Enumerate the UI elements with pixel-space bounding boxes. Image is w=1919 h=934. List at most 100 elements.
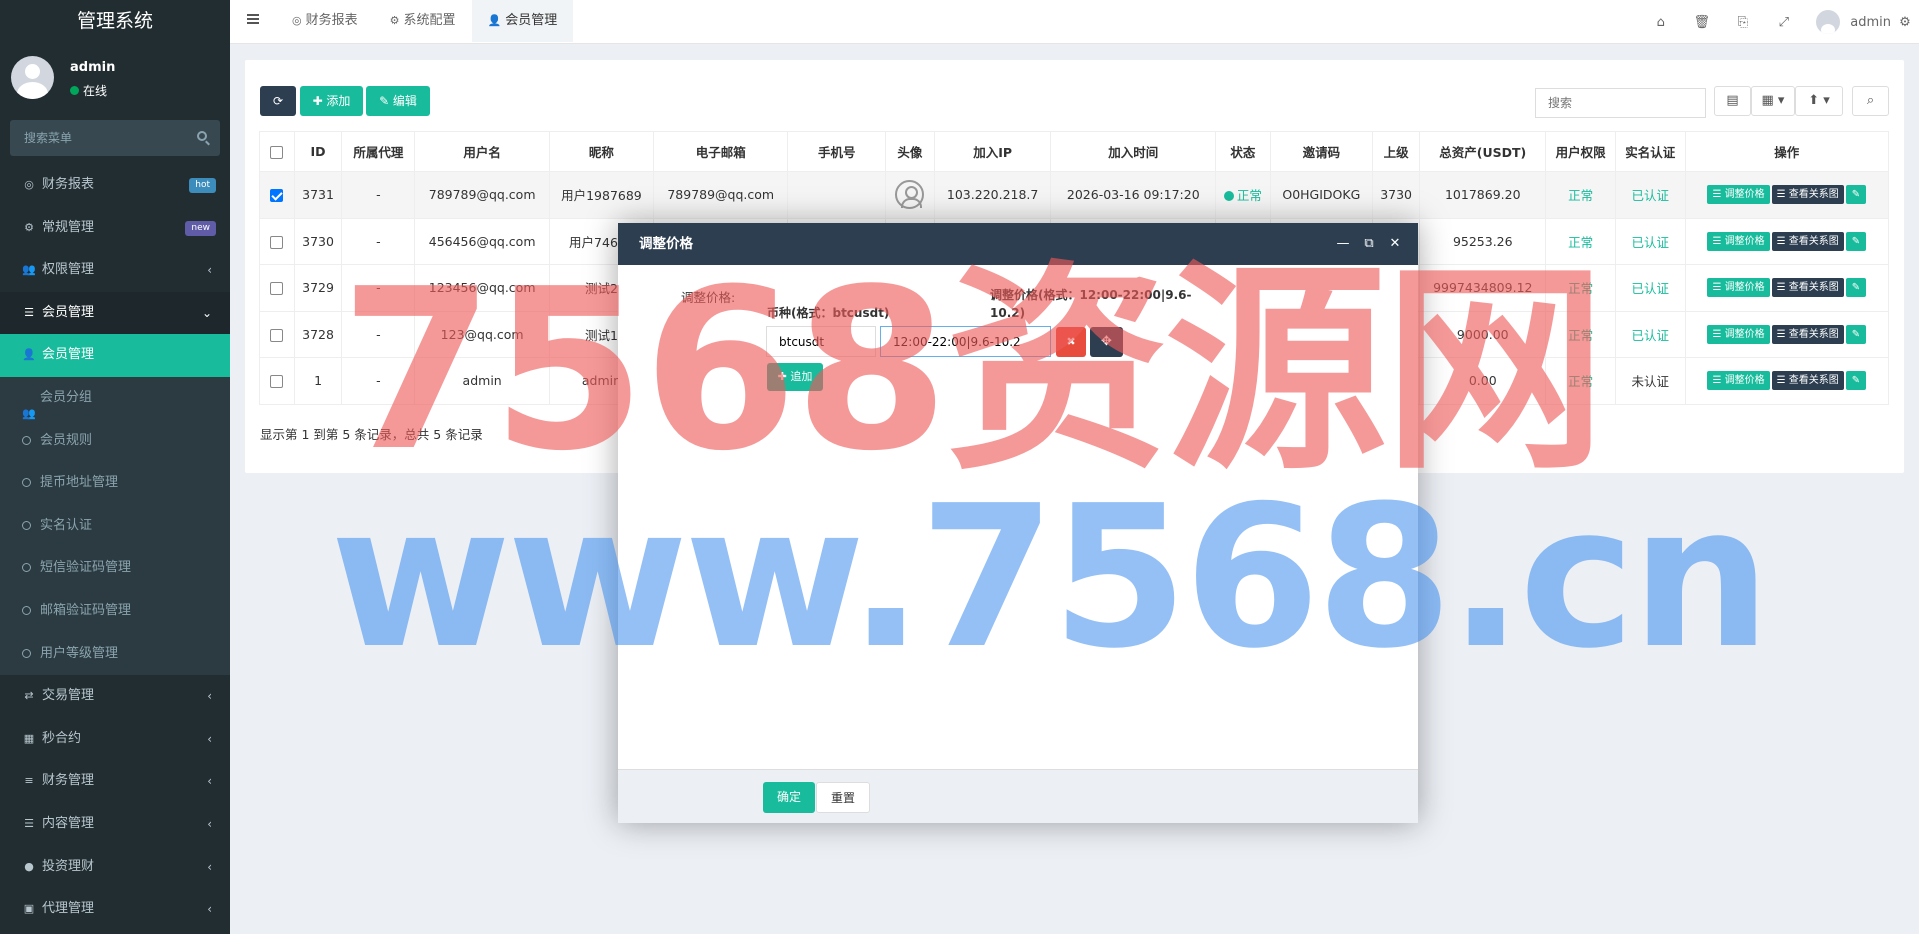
column-header[interactable]: 总资产(USDT) [1419,131,1547,172]
sidebar-item[interactable]: 短信验证码管理 [0,547,230,590]
advanced-search-icon[interactable]: ⌕ [1852,86,1889,116]
sidebar-item[interactable]: ≡ 财务管理 ‹ [0,760,230,803]
settings-icon[interactable]: ⚙ [1891,15,1919,30]
refresh-button[interactable]: ⟳ [260,86,296,116]
column-header[interactable]: 电子邮箱 [652,131,789,172]
view-relation-button[interactable]: ☰ 查看关系图 [1771,278,1844,298]
cell-invite: O0HGIDOKG [1269,171,1373,219]
adjust-price-button[interactable]: ☰ 调整价格 [1707,185,1770,205]
column-header[interactable]: 上级 [1371,131,1421,172]
sidebar-item[interactable]: ● 投资理财 ‹ [0,846,230,889]
sidebar-item[interactable]: ⚙ 常规管理 new [0,207,230,250]
column-header[interactable]: 实名认证 [1614,131,1686,172]
edit-row-button[interactable]: ✎ [1845,371,1867,391]
watermark-url: www.7568.cn [330,464,1771,692]
column-header[interactable]: 头像 [885,131,935,172]
select-all-checkbox[interactable] [270,146,284,159]
column-header[interactable]: 状态 [1215,131,1271,172]
top-avatar[interactable] [1816,10,1841,34]
column-header[interactable]: 邀请码 [1269,131,1373,172]
table-search-input[interactable] [1535,88,1706,118]
trash-icon[interactable]: 🗑 [1681,15,1722,30]
column-header[interactable]: 加入时间 [1050,131,1217,172]
sidebar-item[interactable]: ▣ 代理管理 ‹ [0,888,230,931]
row-checkbox[interactable] [270,375,284,389]
menu-toggle-icon[interactable] [247,14,259,24]
sidebar-item-label: 代理管理 [42,901,95,917]
confirm-button[interactable]: 确定 [763,782,816,813]
edit-row-button[interactable]: ✎ [1845,278,1867,298]
status-text: 在线 [83,84,108,98]
cell-real: 已认证 [1614,171,1686,219]
sidebar-item[interactable]: ◎ 财务报表 hot [0,164,230,207]
adjust-price-button[interactable]: ☰ 调整价格 [1707,371,1770,391]
edit-row-button[interactable]: ✎ [1845,324,1867,344]
menu-item-icon: ◎ [24,178,34,191]
fullscreen-icon[interactable]: ⤢ [1763,15,1804,30]
operations-cell: ☰ 调整价格 ☰ 查看关系图 ✎ [1684,264,1890,312]
sidebar-item[interactable]: ▦ 秒合约 ‹ [0,718,230,761]
sidebar-item[interactable]: ☰ 会员管理 ⌄ [0,291,230,335]
sidebar-item-label: 邮箱验证码管理 [40,602,132,618]
sidebar-item[interactable]: 用户等级管理 [0,632,230,676]
view-relation-button[interactable]: ☰ 查看关系图 [1771,231,1844,251]
cell-assets: 1017869.20 [1419,171,1547,219]
sidebar-item[interactable]: ☰ 内容管理 ‹ [0,803,230,846]
reset-button[interactable]: 重置 [816,782,871,813]
sidebar-menu: ◎ 财务报表 hot ⚙ 常规管理 new 👥 权限管理 ‹ ☰ 会员管理 ⌄ 👤 会员管理 👥 会员分组 会员… [0,164,230,931]
adjust-price-button[interactable]: ☰ 调整价格 [1707,278,1770,298]
sidebar-item[interactable]: 👥 权限管理 ‹ [0,249,230,292]
view-relation-button[interactable]: ☰ 查看关系图 [1771,324,1844,344]
top-user-name[interactable]: admin [1850,15,1891,30]
column-header[interactable]: 用户权限 [1545,131,1616,172]
menu-search-input[interactable] [10,120,190,156]
menu-item-icon: ☰ [24,816,34,830]
add-button[interactable]: ✚ 添加 [300,86,363,116]
column-header[interactable]: 操作 [1684,131,1890,172]
avatar [11,56,54,99]
sidebar-item-label: 会员分组 [40,389,93,405]
edit-row-button[interactable]: ✎ [1845,185,1867,205]
column-header[interactable]: 手机号 [787,131,887,172]
sidebar-item[interactable]: 👤 会员管理 [0,334,230,377]
tab-item[interactable]: 👤 会员管理 [471,0,574,42]
sidebar-item[interactable]: 提币地址管理 [0,462,230,505]
row-checkbox[interactable] [270,235,284,249]
column-header[interactable]: 加入IP [933,131,1052,172]
edit-row-button[interactable]: ✎ [1845,231,1867,251]
tab-item[interactable]: ⚙ 系统配置 [374,0,472,42]
home-icon[interactable]: ⌂ [1640,15,1681,30]
language-icon[interactable]: ⎘ [1722,15,1763,30]
tab-item[interactable]: ◎ 财务报表 [276,0,374,42]
view-relation-button[interactable]: ☰ 查看关系图 [1771,185,1844,205]
export-icon[interactable]: ⬆ ▾ [1795,86,1843,116]
edit-button[interactable]: ✎ 编辑 [366,86,430,116]
sidebar-item[interactable]: ⇄ 交易管理 ‹ [0,675,230,718]
menu-item-icon: ☰ [24,305,34,319]
column-header[interactable]: 所属代理 [341,131,416,172]
sidebar-item[interactable]: 邮箱验证码管理 [0,589,230,633]
row-checkbox[interactable] [270,282,284,296]
table-row[interactable]: 3731-789789@qq.com 用户1987689 789789@qq.com… [259,171,1890,219]
column-header[interactable]: ID [293,131,343,172]
sidebar: 管理系统 admin 在线 ◎ 财务报表 hot ⚙ 常规管理 new 👥 权限管理 ‹ ☰ 会员管… [0,0,230,934]
row-checkbox[interactable] [270,328,284,342]
column-header[interactable]: 用户名 [414,131,550,172]
chevron-icon: ⌄ [201,305,212,320]
column-header[interactable]: 昵称 [548,131,655,172]
modal-footer: 确定 重置 [618,769,1418,823]
sidebar-item[interactable]: 👥 会员分组 [0,376,230,420]
toggle-view-icon[interactable]: ▤ [1714,86,1751,116]
sidebar-item[interactable]: 会员规则 [0,419,230,463]
search-icon[interactable] [197,131,207,141]
adjust-price-button[interactable]: ☰ 调整价格 [1707,324,1770,344]
adjust-price-button[interactable]: ☰ 调整价格 [1707,231,1770,251]
menu-item-icon: ⚙ [24,220,34,234]
row-checkbox[interactable] [270,189,284,203]
menu-item-icon: 👥 [22,263,36,277]
sidebar-item[interactable]: 实名认证 [0,504,230,548]
sidebar-item-label: 会员管理 [42,304,95,320]
columns-icon[interactable]: ▦ ▾ [1751,86,1795,116]
cell-real: 已认证 [1614,264,1686,312]
view-relation-button[interactable]: ☰ 查看关系图 [1771,371,1844,391]
